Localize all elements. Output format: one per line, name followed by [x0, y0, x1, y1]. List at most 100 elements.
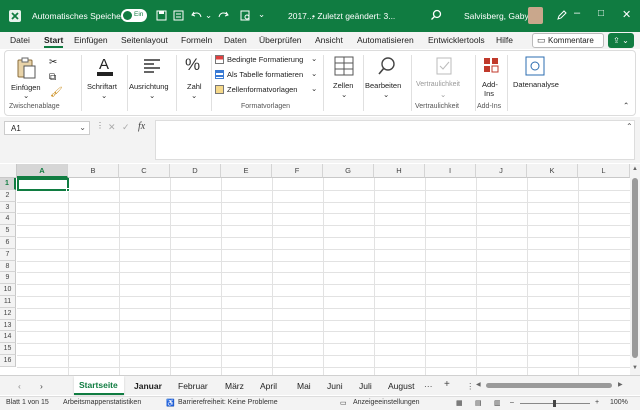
insert-function-icon[interactable]: fx: [138, 121, 145, 132]
share-button[interactable]: ⇪ ⌄: [608, 33, 634, 48]
normal-view-icon[interactable]: ▦: [456, 399, 463, 407]
redo-icon[interactable]: [217, 10, 229, 21]
file-name[interactable]: 2017...: [288, 11, 314, 21]
undo-dropdown-icon[interactable]: ⌄: [205, 10, 212, 21]
scrollbar-thumb[interactable]: [632, 178, 638, 358]
row-header-4[interactable]: 4: [0, 213, 16, 226]
alignment-button[interactable]: Ausrichtung ⌄: [129, 55, 175, 101]
row-header-12[interactable]: 12: [0, 307, 16, 320]
row-header-1[interactable]: 1: [0, 178, 16, 190]
comments-button[interactable]: ▭ Kommentare: [532, 33, 604, 48]
format-as-table-button[interactable]: Als Tabelle formatieren ⌄: [215, 69, 319, 82]
tab-start[interactable]: Start: [44, 35, 64, 48]
row-header-16[interactable]: 16: [0, 355, 16, 367]
fill-handle[interactable]: [66, 188, 70, 192]
font-button[interactable]: A Schriftart ⌄: [85, 55, 125, 101]
paste-button[interactable]: Einfügen ⌄: [11, 55, 41, 100]
accessibility-status[interactable]: Barrierefreiheit: Keine Probleme: [178, 399, 278, 406]
conditional-formatting-button[interactable]: Bedingte Formatierung ⌄: [215, 54, 319, 67]
row-header-5[interactable]: 5: [0, 225, 16, 237]
tab-hilfe[interactable]: Hilfe: [496, 35, 513, 45]
column-header-k[interactable]: K: [527, 164, 578, 178]
workbook-statistics[interactable]: Arbeitsmappenstatistiken: [63, 399, 141, 406]
avatar[interactable]: [528, 7, 543, 24]
user-name[interactable]: Salvisberg, Gaby: [464, 11, 529, 21]
sheet-tab-august[interactable]: August: [388, 381, 414, 391]
add-sheet-icon[interactable]: +: [444, 379, 450, 390]
scroll-right-arrow-icon[interactable]: ▶: [618, 381, 623, 388]
column-header-a[interactable]: A: [17, 164, 68, 178]
column-header-e[interactable]: E: [221, 164, 272, 178]
minimize-icon[interactable]: –: [574, 7, 580, 19]
tab-formeln[interactable]: Formeln: [181, 35, 212, 45]
undo-icon[interactable]: [191, 10, 203, 21]
display-settings-icon[interactable]: ▭: [340, 399, 347, 407]
display-settings[interactable]: Anzeigeeinstellungen: [353, 399, 420, 406]
cell-styles-button[interactable]: Zellenformatvorlagen ⌄: [215, 84, 319, 97]
tab-einfuegen[interactable]: Einfügen: [74, 35, 108, 45]
tab-daten[interactable]: Daten: [224, 35, 247, 45]
row-header-11[interactable]: 11: [0, 296, 16, 308]
selected-cell-a1[interactable]: [17, 178, 69, 191]
scrollbar-thumb[interactable]: [486, 383, 612, 388]
tab-datei[interactable]: Datei: [10, 35, 30, 45]
row-header-2[interactable]: 2: [0, 189, 16, 202]
vertical-scrollbar[interactable]: ▲ ▼: [630, 164, 640, 375]
tab-seitenlayout[interactable]: Seitenlayout: [121, 35, 168, 45]
row-header-3[interactable]: 3: [0, 201, 16, 214]
sheet-tab-maerz[interactable]: März: [225, 381, 244, 391]
column-header-h[interactable]: H: [374, 164, 425, 178]
options-icon[interactable]: ⋮: [466, 381, 475, 392]
sheet-tab-startseite[interactable]: Startseite: [74, 376, 124, 395]
collapse-ribbon-icon[interactable]: ⌃: [623, 101, 629, 110]
zoom-out-icon[interactable]: –: [510, 399, 514, 406]
formula-input[interactable]: [155, 120, 635, 160]
sheet-tab-februar[interactable]: Februar: [178, 381, 208, 391]
zoom-slider-thumb[interactable]: [553, 400, 556, 407]
format-painter-icon[interactable]: 🖌: [50, 87, 63, 98]
name-box-dropdown-icon[interactable]: ⌄: [79, 123, 86, 132]
select-all-corner[interactable]: [0, 164, 17, 178]
cut-icon[interactable]: ✂: [49, 57, 57, 68]
autosave-toggle[interactable]: Ein: [121, 9, 147, 22]
scroll-down-icon[interactable]: ▼: [632, 365, 638, 371]
number-button[interactable]: % Zahl ⌄: [179, 55, 209, 101]
zoom-slider[interactable]: [520, 400, 590, 407]
sheet-tab-april[interactable]: April: [260, 381, 277, 391]
qat-customize-icon[interactable]: ⌄: [258, 9, 265, 20]
column-header-f[interactable]: F: [272, 164, 323, 178]
more-sheets-icon[interactable]: ⋯: [424, 381, 433, 392]
sheet-tab-januar[interactable]: Januar: [134, 381, 162, 391]
column-header-l[interactable]: L: [578, 164, 630, 178]
sheet-tab-mai[interactable]: Mai: [297, 381, 311, 391]
column-header-g[interactable]: G: [323, 164, 374, 178]
row-header-10[interactable]: 10: [0, 284, 16, 296]
row-header-8[interactable]: 8: [0, 260, 16, 273]
page-layout-icon[interactable]: ▤: [475, 399, 482, 407]
analyze-data-button[interactable]: Datenanalyse: [509, 55, 563, 101]
tab-ansicht[interactable]: Ansicht: [315, 35, 343, 45]
editing-button[interactable]: Bearbeiten ⌄: [365, 55, 409, 101]
tab-ueberpruefen[interactable]: Überprüfen: [259, 35, 302, 45]
row-header-13[interactable]: 13: [0, 319, 16, 332]
row-header-7[interactable]: 7: [0, 248, 16, 261]
scroll-left-arrow-icon[interactable]: ◀: [476, 381, 481, 388]
column-header-i[interactable]: I: [425, 164, 476, 178]
zoom-in-icon[interactable]: +: [595, 399, 599, 406]
scroll-up-icon[interactable]: ▲: [632, 166, 638, 172]
scroll-right-icon[interactable]: ›: [40, 381, 43, 391]
page-break-icon[interactable]: ▥: [494, 399, 501, 407]
column-header-b[interactable]: B: [68, 164, 119, 178]
search-icon[interactable]: [430, 9, 442, 21]
accessibility-icon[interactable]: ♿: [166, 399, 175, 407]
cells-button[interactable]: Zellen ⌄: [327, 55, 361, 101]
scroll-left-icon[interactable]: ‹: [18, 381, 21, 391]
more-icon[interactable]: ⋮: [96, 121, 104, 130]
row-header-14[interactable]: 14: [0, 331, 16, 344]
tab-automatisieren[interactable]: Automatisieren: [357, 35, 414, 45]
name-box[interactable]: A1 ⌄: [4, 121, 90, 135]
column-header-d[interactable]: D: [170, 164, 221, 178]
row-header-6[interactable]: 6: [0, 237, 16, 249]
cancel-icon[interactable]: ✕: [108, 122, 116, 133]
tab-entwicklertools[interactable]: Entwicklertools: [428, 35, 485, 45]
